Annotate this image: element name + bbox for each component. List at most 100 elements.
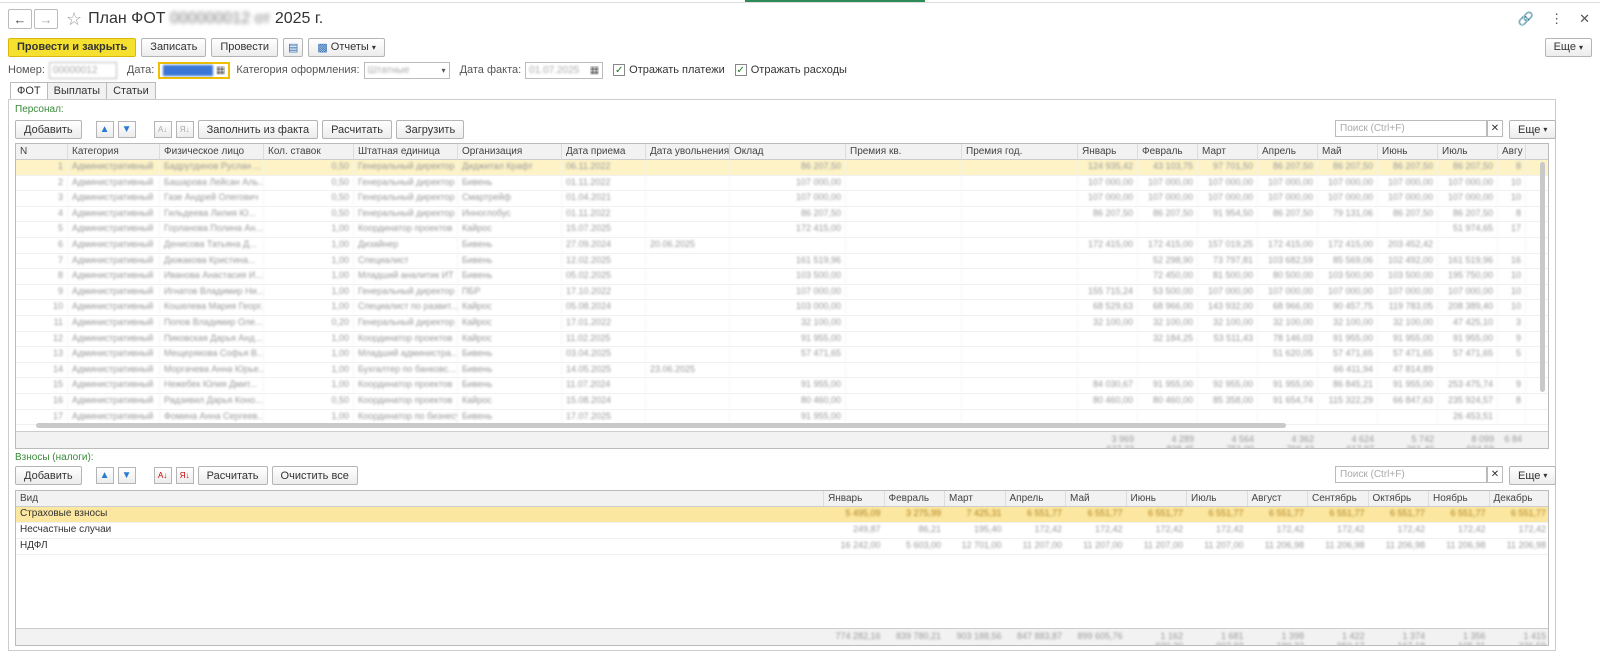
column-header[interactable]: Февраль: [885, 491, 945, 506]
more-vertical-icon[interactable]: ⋮: [1550, 11, 1563, 27]
column-header[interactable]: Март: [945, 491, 1006, 506]
vertical-scrollbar[interactable]: [1540, 162, 1545, 392]
column-header[interactable]: Кол. ставок: [264, 144, 354, 159]
column-header[interactable]: Дата приема: [562, 144, 646, 159]
table-row[interactable]: 1 Административный Бадрутдинов Руслан ... 0…: [16, 160, 1548, 176]
table-row[interactable]: 2 Административный Башарова Лейсан Аль... 0…: [16, 175, 1548, 192]
calendar-icon[interactable]: ▦: [216, 65, 225, 76]
column-header[interactable]: Январь: [1078, 144, 1138, 159]
column-header[interactable]: Оклад: [730, 144, 846, 159]
table-row[interactable]: 9 Административный Игнатов Владимир Ни... 1…: [16, 284, 1548, 301]
table-row[interactable]: Несчастные случаи 249,87 86,21 195,40 172,42…: [16, 523, 1548, 539]
table-row[interactable]: 10 Административный Кошелева Мария Георг..…: [16, 300, 1548, 316]
column-header[interactable]: Май: [1318, 144, 1378, 159]
table-row[interactable]: 5 Административный Горланова Полина Ан... 1…: [16, 222, 1548, 238]
fill-from-fact-button[interactable]: Заполнить из факта: [197, 120, 319, 139]
more-button[interactable]: Еще ▾: [1544, 37, 1592, 57]
staff-search-input[interactable]: Поиск (Ctrl+F): [1335, 120, 1487, 137]
category-select[interactable]: Штатные ▾: [363, 61, 450, 79]
close-icon[interactable]: ✕: [1579, 11, 1590, 27]
tab-payments[interactable]: Выплаты: [46, 82, 108, 100]
show-expenses-checkbox[interactable]: ✓: [734, 64, 747, 76]
clear-search-icon[interactable]: ✕: [1487, 120, 1503, 137]
add-staff-button[interactable]: Добавить: [15, 120, 82, 139]
taxes-search-input[interactable]: Поиск (Ctrl+F): [1335, 466, 1487, 483]
load-button[interactable]: Загрузить: [395, 120, 465, 139]
move-down-icon[interactable]: ▼: [117, 467, 136, 484]
table-row[interactable]: 12 Административный Пиковская Дарья Анд...…: [16, 331, 1548, 348]
sort-asc-icon[interactable]: A↓: [153, 467, 172, 484]
column-header[interactable]: Физическое лицо: [160, 144, 264, 159]
clear-all-button[interactable]: Очистить все: [271, 466, 358, 485]
horizontal-scrollbar[interactable]: [36, 423, 1286, 428]
table-row[interactable]: 11 Административный Попов Владимир Оле... 0…: [16, 315, 1548, 332]
column-header[interactable]: Премия год.: [962, 144, 1078, 159]
column-header[interactable]: Организация: [458, 144, 562, 159]
table-row[interactable]: Страховые взносы 5 495,09 3 275,99 7 425,31…: [16, 507, 1548, 523]
column-header[interactable]: Ноябрь: [1429, 491, 1490, 506]
column-header[interactable]: Февраль: [1138, 144, 1198, 159]
calculate-taxes-button[interactable]: Расчитать: [197, 466, 268, 485]
staff-table[interactable]: N Категория Физическое лицо Кол. ставок Штат…: [15, 143, 1549, 449]
date-field[interactable]: 01.07.2025 ▦: [158, 61, 231, 79]
column-header[interactable]: Июль: [1187, 491, 1248, 506]
column-header[interactable]: Октябрь: [1369, 491, 1429, 506]
column-header[interactable]: Апрель: [1258, 144, 1318, 159]
column-header[interactable]: Май: [1066, 491, 1127, 506]
table-row[interactable]: НДФЛ 16 242,00 5 603,00 12 701,00 11 207,00 1…: [16, 539, 1548, 555]
calendar-icon[interactable]: ▦: [590, 65, 599, 76]
move-down-icon[interactable]: ▼: [117, 121, 136, 138]
column-header[interactable]: Январь: [824, 491, 885, 506]
table-row[interactable]: 13 Административный Мещерякова Софья В... 1…: [16, 347, 1548, 363]
number-field[interactable]: 00000012: [48, 61, 117, 79]
column-header[interactable]: Август: [1248, 491, 1308, 506]
move-up-icon[interactable]: ▲: [95, 121, 114, 138]
column-header[interactable]: Июнь: [1127, 491, 1187, 506]
staff-more-button[interactable]: Еще ▾: [1509, 120, 1557, 139]
table-row[interactable]: 8 Административный Иванова Анастасия И... 1…: [16, 269, 1548, 285]
tab-fot[interactable]: ФОТ: [10, 82, 48, 100]
add-tax-button[interactable]: Добавить: [15, 466, 82, 485]
column-header[interactable]: Июнь: [1378, 144, 1438, 159]
column-header[interactable]: Премия кв.: [846, 144, 962, 159]
table-row[interactable]: 16 Административный Радзивил Дарья Коно...…: [16, 393, 1548, 410]
column-header[interactable]: Категория: [68, 144, 160, 159]
reports-button[interactable]: ▩ Отчеты ▾: [308, 37, 385, 57]
table-row[interactable]: 14 Административный Моргачева Анна Юрье...…: [16, 362, 1548, 379]
column-header[interactable]: Апрель: [1006, 491, 1066, 506]
column-header[interactable]: Март: [1198, 144, 1258, 159]
column-header[interactable]: Июль: [1438, 144, 1498, 159]
taxes-table[interactable]: Вид Январь Февраль Март Апрель Май Июнь Июль Авг…: [15, 490, 1549, 646]
table-cell: Иванова Анастасия И...: [160, 269, 264, 284]
tab-articles[interactable]: Статьи: [106, 82, 156, 100]
back-arrow-icon[interactable]: ←: [8, 9, 32, 29]
move-up-icon[interactable]: ▲: [95, 467, 114, 484]
sort-asc-icon[interactable]: A↓: [153, 121, 172, 138]
column-header[interactable]: Штатная единица: [354, 144, 458, 159]
taxes-more-button[interactable]: Еще ▾: [1509, 466, 1557, 485]
sort-desc-icon[interactable]: Я↓: [175, 467, 194, 484]
column-header[interactable]: Авгу: [1498, 144, 1526, 159]
post-and-close-button[interactable]: Провести и закрыть: [8, 37, 137, 57]
table-row[interactable]: 15 Административный Нежебек Юлия Дмит... 1,…: [16, 378, 1548, 394]
column-header[interactable]: Сентябрь: [1308, 491, 1369, 506]
clear-search-icon[interactable]: ✕: [1487, 466, 1503, 483]
favorite-star-icon[interactable]: ☆: [66, 9, 82, 30]
table-row[interactable]: 4 Административный Гильдеева Лилия Ю... 0,5…: [16, 206, 1548, 223]
show-payments-checkbox[interactable]: ✓: [613, 64, 626, 76]
document-list-icon[interactable]: ▤: [282, 37, 304, 57]
sort-desc-icon[interactable]: Я↓: [175, 121, 194, 138]
column-header[interactable]: N: [16, 144, 68, 159]
forward-arrow-icon[interactable]: →: [34, 9, 58, 29]
link-icon[interactable]: 🔗: [1518, 11, 1534, 27]
table-row[interactable]: 3 Административный Газе Андрей Олегович 0,5…: [16, 191, 1548, 207]
fact-date-field[interactable]: 01.07.2025 ▦: [525, 61, 604, 79]
column-header[interactable]: Дата увольнения: [646, 144, 730, 159]
column-header[interactable]: Декабрь: [1490, 491, 1549, 506]
column-header[interactable]: Вид: [16, 491, 824, 506]
post-button[interactable]: Провести: [211, 37, 278, 57]
table-row[interactable]: 6 Административный Денисова Татьяна Д... 1,…: [16, 237, 1548, 254]
table-row[interactable]: 7 Административный Дюжакова Кристина... 1,0…: [16, 253, 1548, 270]
calculate-staff-button[interactable]: Расчитать: [322, 120, 392, 139]
save-button[interactable]: Записать: [141, 37, 207, 57]
